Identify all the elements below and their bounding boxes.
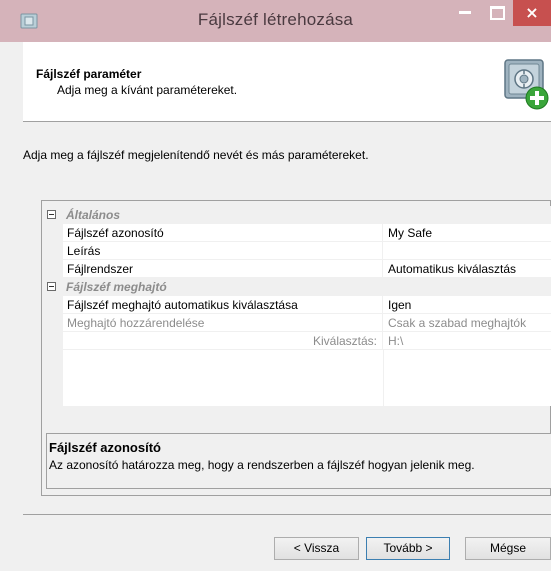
property-row-safe-id[interactable]: Fájlszéf azonosító My Safe (42, 224, 551, 242)
property-row-filesystem[interactable]: Fájlrendszer Automatikus kiválasztás (42, 260, 551, 278)
category-label: Általános (66, 208, 121, 222)
property-grid-rows: Általános Fájlszéf azonosító My Safe Leí… (42, 206, 551, 406)
minimize-button[interactable] (450, 0, 480, 26)
back-button[interactable]: < Vissza (274, 537, 359, 560)
property-row-description[interactable]: Leírás (42, 242, 551, 260)
safe-add-icon (504, 59, 549, 110)
category-row-safe-drive[interactable]: Fájlszéf meghajtó (42, 278, 551, 296)
maximize-button[interactable] (481, 0, 511, 26)
wizard-window: Fájlszéf létrehozása × Fájlszéf paraméte… (0, 0, 551, 571)
property-name: Fájlszéf azonosító (67, 226, 164, 240)
property-row-auto-drive[interactable]: Fájlszéf meghajtó automatikus kiválasztá… (42, 296, 551, 314)
property-name: Fájlszéf meghajtó automatikus kiválasztá… (67, 298, 298, 312)
collapse-icon[interactable] (47, 282, 56, 291)
collapse-icon[interactable] (47, 210, 56, 219)
help-title: Fájlszéf azonosító (49, 440, 161, 455)
property-row-drive-assignment[interactable]: Meghajtó hozzárendelése Csak a szabad me… (42, 314, 551, 332)
category-label: Fájlszéf meghajtó (66, 280, 167, 294)
property-value[interactable]: My Safe (388, 226, 432, 240)
help-text: Az azonosító határozza meg, hogy a rends… (49, 458, 475, 472)
property-value[interactable]: Automatikus kiválasztás (388, 262, 516, 276)
description-text: Adja meg a fájlszéf megjelenítendő nevét… (23, 148, 369, 162)
close-button[interactable]: × (513, 0, 551, 26)
footer-divider (23, 514, 551, 515)
property-grid-empty-area (42, 350, 551, 406)
property-name: Kiválasztás: (312, 334, 377, 348)
wizard-header: Fájlszéf paraméter Adja meg a kívánt par… (23, 42, 551, 122)
category-row-general[interactable]: Általános (42, 206, 551, 224)
page-subtitle: Adja meg a kívánt paramétereket. (57, 83, 238, 97)
next-button[interactable]: Tovább > (366, 537, 450, 560)
cancel-button[interactable]: Mégse (465, 537, 551, 560)
property-name: Leírás (67, 244, 101, 258)
property-value[interactable]: Igen (388, 298, 411, 312)
property-name: Fájlrendszer (67, 262, 134, 276)
page-title: Fájlszéf paraméter (36, 67, 142, 81)
property-row-selection[interactable]: Kiválasztás: H:\ (42, 332, 551, 350)
close-icon: × (525, 3, 539, 22)
property-name: Meghajtó hozzárendelése (67, 316, 205, 330)
property-value[interactable]: H:\ (388, 334, 403, 348)
property-value[interactable]: Csak a szabad meghajtók (388, 316, 526, 330)
property-grid[interactable]: Általános Fájlszéf azonosító My Safe Leí… (41, 200, 551, 496)
property-help-panel: Fájlszéf azonosító Az azonosító határozz… (46, 433, 551, 489)
title-bar[interactable]: Fájlszéf létrehozása × (0, 0, 551, 42)
